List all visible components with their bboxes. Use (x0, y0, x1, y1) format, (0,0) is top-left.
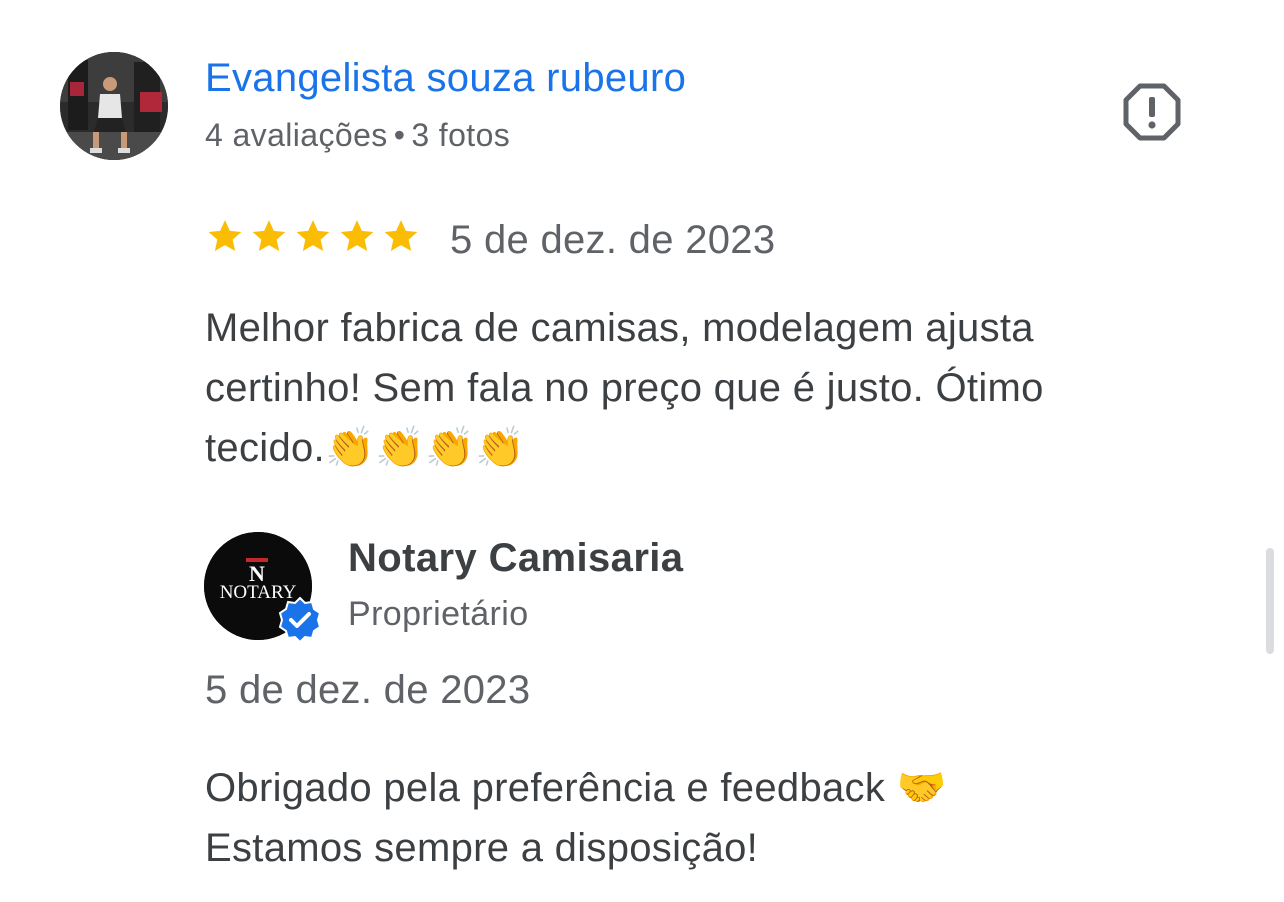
star-icon (384, 220, 418, 251)
review-date: 5 de dez. de 2023 (450, 218, 776, 262)
verified-badge-icon (278, 596, 322, 644)
reviewer-avatar[interactable] (60, 52, 168, 160)
owner-role: Proprietário (348, 595, 529, 633)
reply-line-1: Obrigado pela preferência e feedback 🤝 (205, 766, 947, 810)
report-flag-icon (1123, 83, 1181, 141)
star-icon (296, 220, 330, 251)
reviewer-photo (60, 52, 168, 160)
review-text: Melhor fabrica de camisas, modelagem aju… (205, 306, 1044, 470)
scrollbar[interactable] (1266, 548, 1274, 654)
meta-separator: • (393, 117, 406, 153)
star-icon (208, 220, 242, 251)
owner-name: Notary Camisaria (348, 536, 684, 580)
report-button[interactable] (1120, 80, 1184, 144)
reviews-count: 4 avaliações (205, 117, 388, 153)
star-rating (205, 216, 421, 256)
star-icon (340, 220, 374, 251)
star-icon (252, 220, 286, 251)
review-card: Evangelista souza rubeuro 4 avaliações • 3… (0, 0, 1284, 902)
photos-count: 3 fotos (411, 117, 511, 153)
reply-line-2: Estamos sempre a disposição! (205, 826, 759, 870)
reply-text: Obrigado pela preferência e feedback 🤝 E… (205, 758, 1125, 878)
reply-date: 5 de dez. de 2023 (205, 668, 531, 712)
reviewer-meta: 4 avaliações • 3 fotos (205, 117, 510, 154)
owner-avatar[interactable]: N NOTARY (204, 532, 322, 644)
reviewer-name[interactable]: Evangelista souza rubeuro (205, 56, 686, 101)
